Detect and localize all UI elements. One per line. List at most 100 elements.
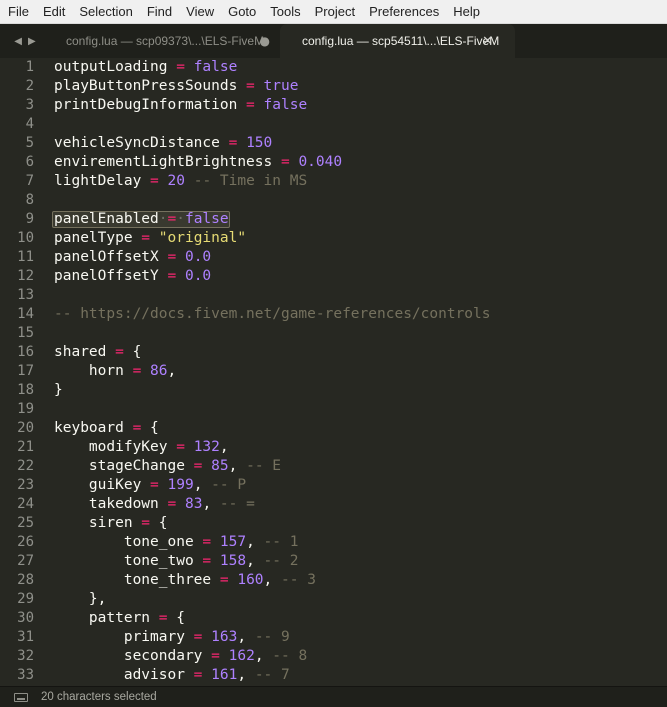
code-line[interactable]: 14 -- https://docs.fivem.net/game-referen… <box>0 305 667 324</box>
code-token: = <box>272 154 299 170</box>
menu-file[interactable]: File <box>0 0 36 24</box>
line-number: 32 <box>17 648 34 664</box>
code-line[interactable]: 8 <box>0 191 667 210</box>
code-token: -- 3 <box>272 572 316 588</box>
menu-find[interactable]: Find <box>140 0 179 24</box>
code-text: panelEnabled·=·false <box>54 210 229 229</box>
code-token: = <box>141 477 168 493</box>
code-token: panelEnabled <box>54 211 159 227</box>
code-line[interactable]: 7 lightDelay = 20 -- Time in MS <box>0 172 667 191</box>
menu-project[interactable]: Project <box>308 0 362 24</box>
code-line[interactable]: 2 playButtonPressSounds = true <box>0 77 667 96</box>
code-line[interactable]: 28 tone_three = 160, -- 3 <box>0 571 667 590</box>
code-line[interactable]: 18} <box>0 381 667 400</box>
code-line[interactable]: 6 envirementLightBrightness = 0.040 <box>0 153 667 172</box>
code-token: -- = <box>211 496 255 512</box>
code-token: 85 <box>211 458 229 474</box>
line-number: 26 <box>17 534 34 550</box>
line-number: 29 <box>17 591 34 607</box>
code-line[interactable]: 26 tone_one = 157, -- 1 <box>0 533 667 552</box>
code-token: horn <box>54 363 124 379</box>
code-token: = <box>211 572 238 588</box>
code-token: = <box>158 496 185 512</box>
menu-tools[interactable]: Tools <box>263 0 307 24</box>
code-text: guiKey = 199, -- P <box>54 476 246 495</box>
code-line[interactable]: 20 keyboard = { <box>0 419 667 438</box>
code-line[interactable]: 25 siren = { <box>0 514 667 533</box>
code-line[interactable]: 19 <box>0 400 667 419</box>
code-line[interactable]: 4 <box>0 115 667 134</box>
code-line[interactable]: 12 panelOffsetY = 0.0 <box>0 267 667 286</box>
code-line[interactable]: 29 }, <box>0 590 667 609</box>
code-line[interactable]: 23 guiKey = 199, -- P <box>0 476 667 495</box>
code-line[interactable]: 10 panelType = "original" <box>0 229 667 248</box>
code-line[interactable]: 9 panelEnabled·=·false <box>0 210 667 229</box>
code-token: -- Time in MS <box>184 173 308 189</box>
code-line[interactable]: 21 modifyKey = 132, <box>0 438 667 457</box>
code-line[interactable]: 13 <box>0 286 667 305</box>
code-token: 132 <box>193 439 220 455</box>
line-number: 8 <box>25 192 34 208</box>
code-token: panelType <box>54 230 133 246</box>
code-line[interactable]: 11 panelOffsetX = 0.0 <box>0 248 667 267</box>
code-text: keyboard = { <box>54 419 159 438</box>
code-text: tone_three = 160, -- 3 <box>54 571 316 590</box>
code-line[interactable]: 22 stageChange = 85, -- E <box>0 457 667 476</box>
menu-goto[interactable]: Goto <box>221 0 263 24</box>
code-line[interactable]: 30 pattern = { <box>0 609 667 628</box>
menu-help[interactable]: Help <box>446 0 487 24</box>
tab-config-scp54511[interactable]: config.lua — scp54511\...\ELS-FiveM ✕ <box>280 24 515 58</box>
code-token: pattern <box>54 610 151 626</box>
code-token: 20 <box>167 173 185 189</box>
code-token: , <box>202 496 212 512</box>
code-token: , <box>219 439 229 455</box>
code-line[interactable]: 1 outputLoading = false <box>0 58 667 77</box>
code-token: -- 9 <box>246 629 290 645</box>
line-number: 33 <box>17 667 34 683</box>
code-token: = <box>123 420 151 436</box>
code-line[interactable]: 5 vehicleSyncDistance = 150 <box>0 134 667 153</box>
code-token: = <box>132 515 159 531</box>
menu-selection[interactable]: Selection <box>72 0 139 24</box>
code-line[interactable]: 32 secondary = 162, -- 8 <box>0 647 667 666</box>
code-line[interactable]: 17 horn = 86, <box>0 362 667 381</box>
code-line[interactable]: 27 tone_two = 158, -- 2 <box>0 552 667 571</box>
code-text: shared = { <box>54 343 141 362</box>
forward-arrow-icon[interactable]: ▶ <box>28 36 36 47</box>
code-text: outputLoading = false <box>54 58 237 77</box>
code-line[interactable]: 33 advisor = 161, -- 7 <box>0 666 667 685</box>
panel-icon[interactable] <box>14 692 28 702</box>
code-token: · <box>176 211 185 227</box>
code-line[interactable]: 31 primary = 163, -- 9 <box>0 628 667 647</box>
code-text: horn = 86, <box>54 362 176 381</box>
code-line[interactable]: 15 <box>0 324 667 343</box>
menu-edit[interactable]: Edit <box>36 0 72 24</box>
close-icon[interactable]: ✕ <box>482 24 493 58</box>
code-token: = <box>150 610 177 626</box>
code-token: playButtonPressSounds <box>54 78 238 94</box>
line-number: 22 <box>17 458 34 474</box>
code-token: 83 <box>184 496 203 512</box>
code-text: } <box>54 381 63 400</box>
code-token: guiKey <box>54 477 142 493</box>
code-line[interactable]: 3 printDebugInformation = false <box>0 96 667 115</box>
code-editor[interactable]: 1 outputLoading = false 2 playButtonPressSo… <box>0 58 667 686</box>
code-token: vehicleSyncDistance <box>54 135 220 151</box>
menu-view[interactable]: View <box>179 0 221 24</box>
back-arrow-icon[interactable]: ◀ <box>14 36 22 47</box>
tab-config-scp09373[interactable]: config.lua — scp09373\...\ELS-FiveM ● <box>50 24 280 58</box>
line-number: 9 <box>25 211 34 227</box>
code-line[interactable]: 16 shared = { <box>0 343 667 362</box>
code-token: = <box>219 135 247 151</box>
line-number: 16 <box>17 344 34 360</box>
code-text: panelOffsetY = 0.0 <box>54 267 211 286</box>
line-number: 7 <box>25 173 34 189</box>
unsaved-dot-icon[interactable]: ● <box>260 24 270 58</box>
line-number: 19 <box>17 401 34 417</box>
menu-preferences[interactable]: Preferences <box>362 0 446 24</box>
code-text: stageChange = 85, -- E <box>54 457 281 476</box>
code-token: outputLoading <box>54 59 168 75</box>
code-line[interactable]: 24 takedown = 83, -- = <box>0 495 667 514</box>
code-token: -- P <box>202 477 247 493</box>
line-number: 5 <box>25 135 34 151</box>
